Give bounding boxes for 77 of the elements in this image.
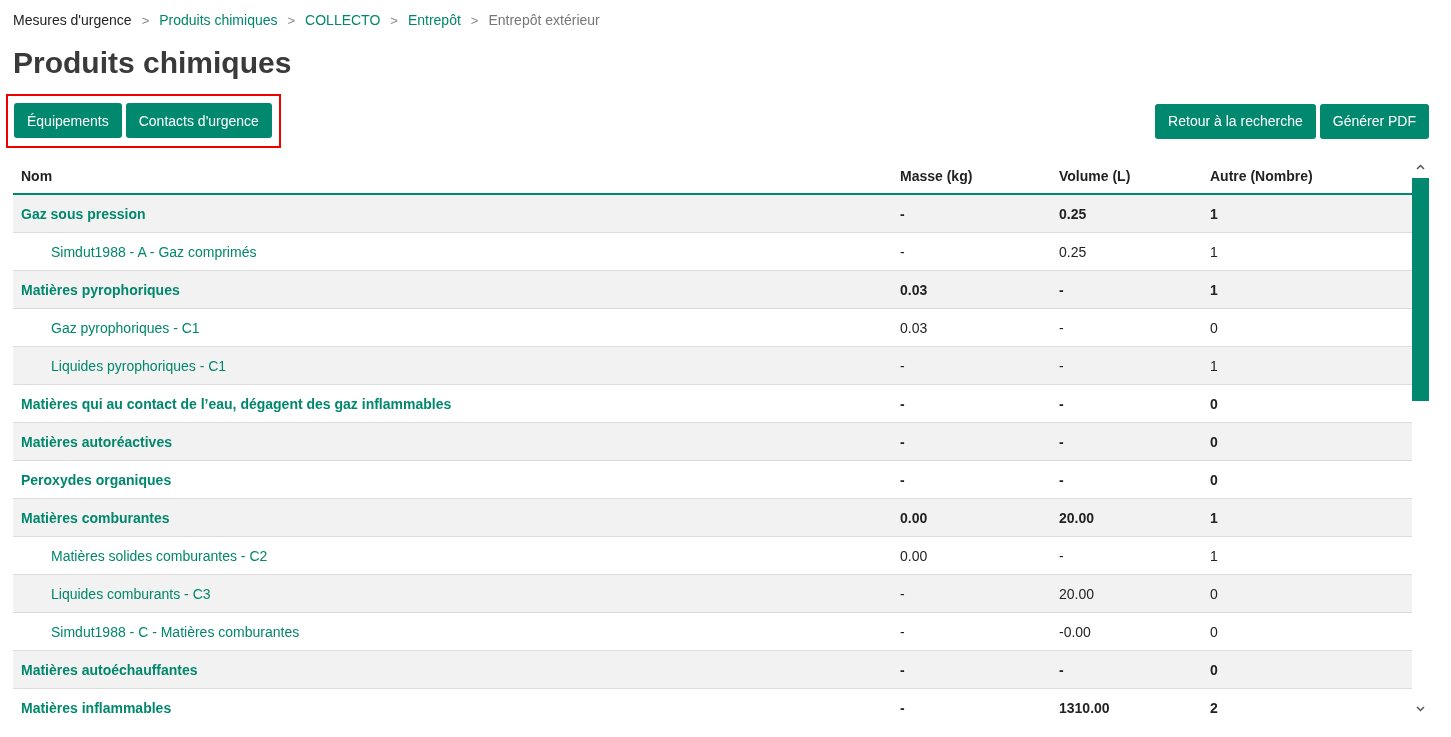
table-cell-text: 0 <box>1209 623 1219 640</box>
table-cell-text: 1310.00 <box>1058 699 1111 716</box>
item-link[interactable]: Liquides pyrophoriques - C1 <box>13 357 892 374</box>
scroll-up-icon[interactable] <box>1416 164 1425 170</box>
category-name[interactable]: Peroxydes organiques <box>13 471 892 488</box>
table-cell-text: 0 <box>1209 319 1219 336</box>
item-link[interactable]: Simdut1988 - C - Matières comburantes <box>13 623 892 640</box>
table-cell-text: 20.00 <box>1058 585 1096 602</box>
item-link[interactable]: Gaz pyrophoriques - C1 <box>13 319 892 336</box>
breadcrumb-item: Entrepôt extérieur <box>488 12 600 28</box>
scrollbar-thumb[interactable] <box>1412 178 1429 401</box>
table-cell-text: 0 <box>1209 395 1219 412</box>
table-cell-text: 1 <box>1209 357 1219 374</box>
table-cell-text: - <box>1058 319 1065 336</box>
table-cell-text: 1 <box>1209 281 1219 298</box>
table-cell-text: 1 <box>1209 547 1219 564</box>
item-link[interactable]: Liquides comburants - C3 <box>13 585 892 602</box>
table-cell-text: -0.00 <box>1058 623 1092 640</box>
table-cell-text: - <box>1058 357 1065 374</box>
table-cell-text: 0 <box>1209 433 1219 450</box>
table-cell-text: - <box>899 585 906 602</box>
table-cell-text: 0.03 <box>899 281 929 298</box>
nav-button[interactable]: Contacts d'urgence <box>125 103 272 138</box>
table-cell-text: 2 <box>1209 699 1219 716</box>
column-header: Nom <box>20 167 54 184</box>
breadcrumb-item: Mesures d'urgence <box>13 12 132 28</box>
table-cell-text: 1 <box>1209 243 1219 260</box>
table-cell-text: - <box>899 661 906 678</box>
table-cell-text: - <box>1058 395 1065 412</box>
action-button[interactable]: Générer PDF <box>1319 103 1429 139</box>
breadcrumb-separator: > <box>287 12 296 28</box>
table-cell-text: 1 <box>1209 509 1219 526</box>
column-header: Autre (Nombre) <box>1209 167 1314 184</box>
breadcrumb-link[interactable]: COLLECTO <box>305 12 381 28</box>
category-name[interactable]: Matières qui au contact de l’eau, dégagent des gaz inflammables <box>13 395 892 412</box>
table-cell-text: - <box>899 205 906 222</box>
table-cell-text: - <box>899 243 906 260</box>
table-cell-text: - <box>1058 471 1065 488</box>
category-name[interactable]: Matières autoréactives <box>13 433 892 450</box>
breadcrumb-separator: > <box>141 12 150 28</box>
scroll-down-icon[interactable] <box>1416 706 1425 712</box>
category-name[interactable]: Matières comburantes <box>13 509 892 526</box>
table-cell-text: 0.25 <box>1058 243 1088 260</box>
breadcrumb-link[interactable]: Entrepôt <box>407 12 461 28</box>
table-cell-text: 0 <box>1209 585 1219 602</box>
nav-button[interactable]: Équipements <box>14 103 122 138</box>
action-button[interactable]: Retour à la recherche <box>1155 103 1316 139</box>
category-name[interactable]: Matières autoéchauffantes <box>13 661 892 678</box>
category-name[interactable]: Matières inflammables <box>13 699 892 716</box>
category-name[interactable]: Matières pyrophoriques <box>13 281 892 298</box>
table-cell-text: 1 <box>1209 205 1219 222</box>
table-cell-text: - <box>1058 547 1065 564</box>
column-header: Masse (kg) <box>899 167 974 184</box>
table-cell-text: - <box>899 395 906 412</box>
table-cell-text: - <box>899 357 906 374</box>
breadcrumb-link[interactable]: Produits chimiques <box>159 12 278 28</box>
table-cell-text: - <box>899 623 906 640</box>
table-cell-text: 0.00 <box>899 509 929 526</box>
item-link[interactable]: Simdut1988 - A - Gaz comprimés <box>13 243 892 260</box>
table-cell-text: - <box>1058 433 1065 450</box>
breadcrumb-separator: > <box>470 12 479 28</box>
table-cell-text: - <box>899 471 906 488</box>
category-name[interactable]: Gaz sous pression <box>13 205 892 222</box>
table-cell-text: 0.25 <box>1058 205 1088 222</box>
table-cell-text: 0.00 <box>899 547 929 564</box>
table-cell-text: 20.00 <box>1058 509 1096 526</box>
breadcrumb-separator: > <box>390 12 398 28</box>
table-cell-text: - <box>1058 281 1065 298</box>
item-link[interactable]: Matières solides comburantes - C2 <box>13 547 892 564</box>
table-cell-text: 0 <box>1209 471 1219 488</box>
column-header: Volume (L) <box>1058 167 1132 184</box>
page-title: Produits chimiques <box>13 46 293 80</box>
table-cell-text: - <box>1058 661 1065 678</box>
table-cell-text: 0 <box>1209 661 1219 678</box>
table-cell-text: 0.03 <box>899 319 929 336</box>
table-cell-text: - <box>899 433 906 450</box>
table-cell-text: - <box>899 699 906 716</box>
